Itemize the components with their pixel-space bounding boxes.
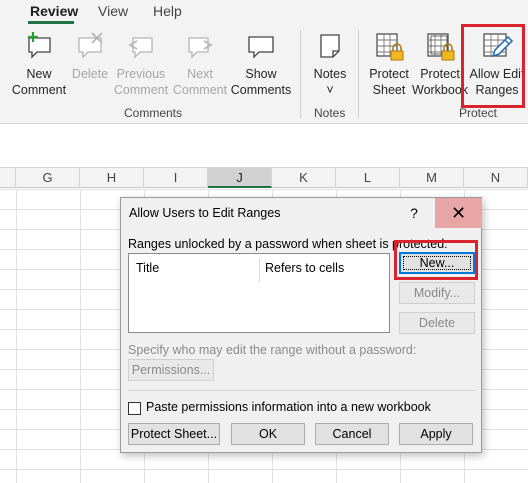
notes-group-label: Notes [314,106,346,120]
notes-icon [320,34,340,58]
group-separator [300,30,301,118]
next-comment-line2: Comment [172,83,228,97]
close-icon: ✕ [450,203,467,223]
show-comments-line2: Comments [230,83,292,97]
specify-label: Specify who may edit the range without a… [128,343,417,357]
allow-users-edit-ranges-dialog: Allow Users to Edit Ranges ? ✕ Ranges un… [120,197,482,453]
group-separator [358,30,359,118]
previous-comment-icon [128,37,153,59]
column-header-g[interactable]: G [16,168,80,188]
ribbon: New Comment Delete Previous Comment Next… [0,24,528,124]
column-header-k[interactable]: K [272,168,336,188]
help-button[interactable]: ? [393,198,435,228]
protect-workbook-icon [427,33,455,61]
delete-range-button[interactable]: Delete [399,312,475,334]
allow-edit-ranges-highlight [461,24,525,108]
next-comment-button[interactable]: Next Comment [172,30,228,98]
previous-comment-line1: Previous [116,67,166,81]
column-header-partial[interactable] [0,168,16,188]
ribbon-tab-bar: Review View Help [0,0,528,24]
show-comments-line1: Show [245,67,277,81]
next-comment-icon [188,37,213,59]
next-comment-line1: Next [187,67,213,81]
protect-sheet-line2: Sheet [372,83,406,97]
paste-permissions-checkbox[interactable] [128,402,141,415]
protect-group-label: Protect [459,106,498,120]
notes-button[interactable]: Notes ˅ [308,30,352,98]
new-comment-icon [28,32,51,59]
tab-help[interactable]: Help [153,3,182,19]
new-comment-line2: Comment [11,83,67,97]
protect-sheet-dialog-button[interactable]: Protect Sheet... [128,423,220,445]
list-header-refers[interactable]: Refers to cells [265,261,344,275]
protect-sheet-icon [376,33,404,61]
comments-group-label: Comments [124,106,183,120]
delete-comment-button[interactable]: Delete [70,30,110,82]
delete-comment-icon [78,32,103,59]
protect-workbook-line1: Protect [420,67,460,81]
close-button[interactable]: ✕ [435,198,482,228]
column-header-n[interactable]: N [464,168,528,188]
column-header-i[interactable]: I [144,168,208,188]
column-headers: G H I J K L M N [0,168,528,188]
permissions-button[interactable]: Permissions... [128,359,214,381]
ranges-list[interactable]: Title Refers to cells [128,253,390,333]
previous-comment-button[interactable]: Previous Comment [112,30,170,98]
list-header-divider [259,258,260,282]
list-header-title[interactable]: Title [136,261,159,275]
notes-dropdown-chevron-icon: ˅ [326,83,334,97]
protect-workbook-button[interactable]: Protect Workbook [412,30,468,98]
column-header-h[interactable]: H [80,168,144,188]
column-header-l[interactable]: L [336,168,400,188]
delete-comment-label: Delete [71,67,109,81]
paste-permissions-label[interactable]: Paste permissions information into a new… [146,400,431,414]
column-header-j[interactable]: J [208,168,272,188]
protect-workbook-line2: Workbook [412,83,469,97]
new-comment-button[interactable]: New Comment [10,30,68,98]
excel-window: Review View Help New Comment Delete Prev… [0,0,528,483]
tab-review[interactable]: Review [30,3,78,19]
ok-button[interactable]: OK [231,423,305,445]
tab-view[interactable]: View [98,3,128,19]
previous-comment-line2: Comment [113,83,169,97]
notes-label: Notes [313,67,347,81]
dialog-title: Allow Users to Edit Ranges [129,206,281,220]
formula-bar-area [0,124,528,168]
protect-sheet-line1: Protect [369,67,409,81]
cancel-button[interactable]: Cancel [315,423,389,445]
protect-sheet-button[interactable]: Protect Sheet [364,30,414,98]
new-button-highlight [394,240,478,280]
modify-button[interactable]: Modify... [399,282,475,304]
new-comment-line1: New [26,67,52,81]
dialog-separator [128,390,476,391]
show-comments-button[interactable]: Show Comments [230,30,292,98]
apply-button[interactable]: Apply [399,423,473,445]
show-comments-icon [248,36,274,59]
column-header-m[interactable]: M [400,168,464,188]
